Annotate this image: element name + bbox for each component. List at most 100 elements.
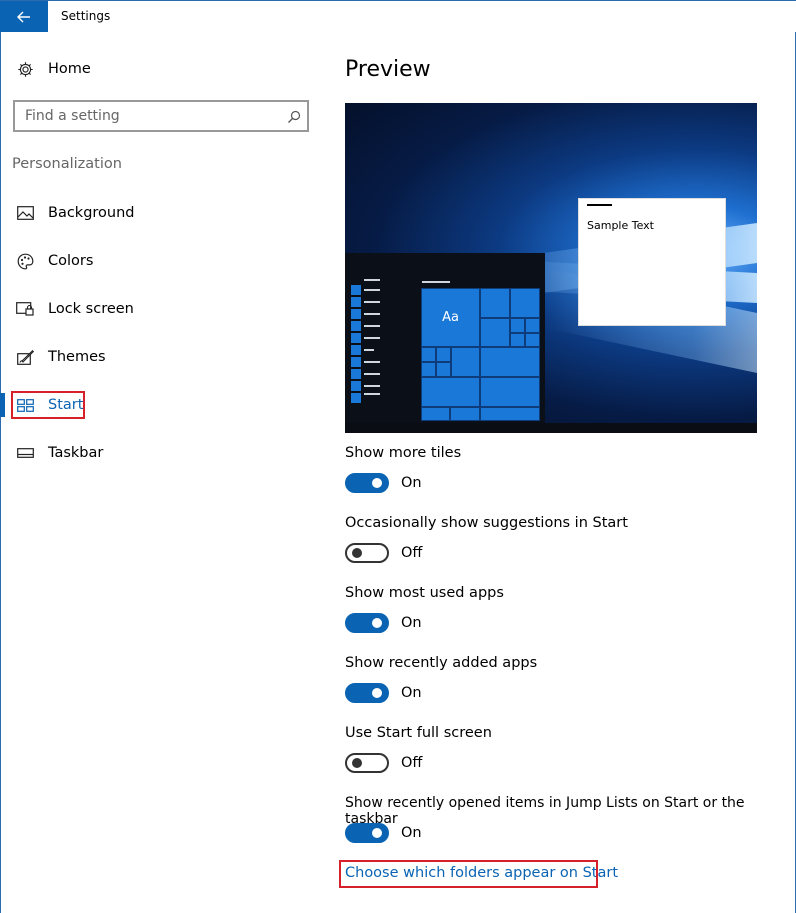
preview-app-line [364, 337, 380, 339]
preview-app-line [364, 393, 380, 395]
setting-label-recently-added-apps: Show recently added apps [345, 655, 538, 671]
toggle-jump-lists[interactable] [345, 823, 389, 843]
search-box[interactable] [13, 100, 309, 132]
preview-tile [510, 333, 525, 347]
setting-label-most-used-apps: Show most used apps [345, 585, 504, 601]
sidebar-home-label: Home [48, 61, 91, 77]
preview-tile [421, 407, 450, 421]
search-input[interactable] [25, 108, 275, 124]
preview-app-icon [351, 381, 361, 391]
sidebar-item-themes[interactable]: Themes [16, 345, 106, 369]
toggle-show-more-tiles[interactable] [345, 473, 389, 493]
preview-app-icon [351, 309, 361, 319]
title-bar: Settings [0, 0, 796, 32]
toggle-knob [372, 478, 382, 488]
toggle-knob [372, 618, 382, 628]
sidebar-item-taskbar[interactable]: Taskbar [16, 441, 103, 465]
sidebar-item-label: Lock screen [48, 301, 134, 317]
preview-tile-text: Aa [442, 310, 459, 325]
sidebar-home[interactable]: Home [16, 57, 91, 81]
preview-app-icon [351, 285, 361, 295]
sidebar-item-colors[interactable]: Colors [16, 249, 93, 273]
sidebar-item-background[interactable]: Background [16, 201, 135, 225]
window-border-left [0, 0, 1, 913]
preview-tile [450, 407, 480, 421]
preview-start-menu: Aa [345, 253, 545, 423]
preview-app-line [364, 325, 380, 327]
sidebar-item-label: Themes [48, 349, 106, 365]
search-icon[interactable] [287, 109, 301, 128]
preview-app-icon [351, 297, 361, 307]
toggle-knob [372, 688, 382, 698]
folders-link-highlight-box [339, 860, 598, 888]
preview-group-header [422, 281, 450, 283]
preview-app-line [364, 301, 380, 303]
preview-app-icon [351, 369, 361, 379]
setting-label-full-screen: Use Start full screen [345, 725, 492, 741]
preview-tile [510, 318, 525, 333]
back-arrow-icon [17, 11, 30, 22]
preview-window-title-line [587, 204, 612, 206]
preview-tile-wide [421, 377, 480, 407]
preview-sample-window: Sample Text [578, 198, 726, 326]
start-preview-image: Sample Text Aa [345, 103, 757, 433]
sidebar-item-label: Colors [48, 253, 94, 269]
selected-indicator [0, 393, 5, 417]
toggle-most-used-apps[interactable] [345, 613, 389, 633]
themes-brush-icon [16, 348, 34, 366]
preview-sample-text: Sample Text [587, 219, 654, 232]
gear-icon [16, 60, 34, 78]
start-highlight-box [11, 391, 85, 419]
section-label: Personalization [12, 156, 122, 172]
setting-label-jump-lists: Show recently opened items in Jump Lists… [345, 795, 745, 827]
preview-app-line [364, 349, 374, 351]
preview-tile [525, 318, 540, 333]
toggle-suggestions[interactable] [345, 543, 389, 563]
toggle-full-screen[interactable] [345, 753, 389, 773]
preview-tile [480, 407, 540, 421]
sidebar-item-label: Background [48, 205, 135, 221]
preview-app-icon [351, 333, 361, 343]
preview-taskbar [345, 423, 757, 433]
toggle-state-label: Off [401, 755, 423, 771]
preview-tile [421, 347, 436, 362]
preview-app-line [364, 385, 380, 387]
preview-tile [436, 347, 451, 362]
preview-tile [480, 288, 510, 318]
setting-label-show-more-tiles: Show more tiles [345, 445, 462, 461]
preview-tile [525, 333, 540, 347]
toggle-knob [352, 548, 362, 558]
preview-app-line [364, 279, 380, 281]
page-title: Preview [345, 57, 431, 82]
sidebar-item-label: Taskbar [48, 445, 104, 461]
window-title: Settings [61, 9, 111, 23]
toggle-knob [372, 828, 382, 838]
taskbar-icon [16, 444, 34, 462]
preview-tile-large: Aa [421, 288, 480, 347]
preview-tile-wide [480, 377, 540, 407]
toggle-state-label: On [401, 685, 422, 701]
toggle-state-label: On [401, 615, 422, 631]
toggle-state-label: On [401, 475, 422, 491]
preview-app-line [364, 313, 380, 315]
palette-icon [16, 252, 34, 270]
preview-tile [421, 362, 436, 377]
preview-app-icon [351, 345, 361, 355]
preview-tile-wide [480, 347, 540, 377]
preview-tile [436, 362, 451, 377]
preview-tile [480, 318, 510, 347]
sidebar-item-lock-screen[interactable]: Lock screen [16, 297, 134, 321]
preview-app-line [364, 361, 380, 363]
preview-app-icon [351, 357, 361, 367]
toggle-state-label: On [401, 825, 422, 841]
toggle-knob [352, 758, 362, 768]
preview-app-icon [351, 321, 361, 331]
preview-app-icon [351, 393, 361, 403]
back-button[interactable] [0, 1, 48, 32]
picture-icon [16, 204, 34, 222]
preview-tile [510, 288, 540, 318]
lock-screen-icon [16, 300, 34, 318]
preview-app-line [364, 373, 380, 375]
toggle-state-label: Off [401, 545, 423, 561]
toggle-recently-added-apps[interactable] [345, 683, 389, 703]
